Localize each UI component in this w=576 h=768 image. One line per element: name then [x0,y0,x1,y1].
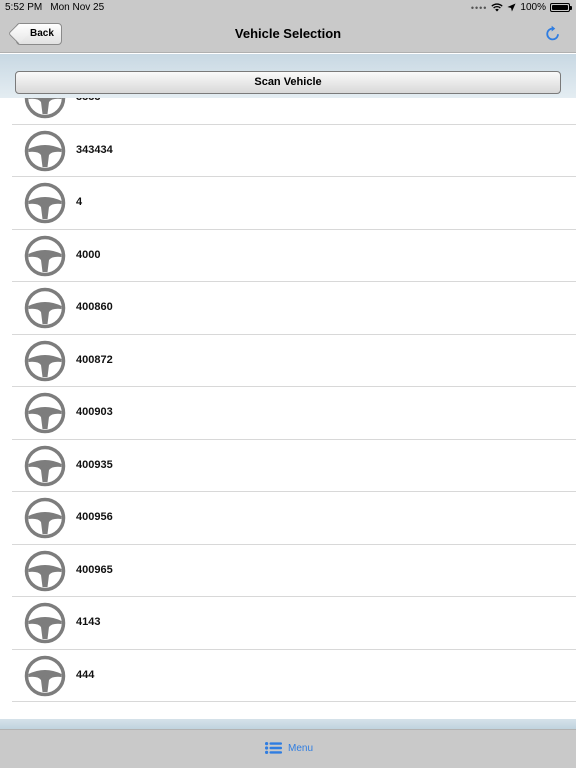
vehicle-list-item[interactable]: 400935 [12,440,576,492]
status-date: Mon Nov 25 [50,2,105,13]
vehicle-label: 400935 [76,458,113,471]
vehicle-list[interactable]: 3333 343434 4 4000 400860 400872 400903 400935 4… [0,98,576,719]
battery-fill [552,5,568,10]
tab-bar: Menu [0,729,576,768]
steering-wheel-icon [24,602,66,644]
vehicle-list-item[interactable]: 400860 [12,282,576,335]
vehicle-label: 4143 [76,616,101,628]
multitask-dots-icon: •••• [470,2,488,13]
wifi-icon [491,3,504,12]
refresh-icon[interactable] [544,25,562,43]
steering-wheel-icon [24,392,66,434]
vehicle-label: 400872 [76,353,113,366]
steering-wheel-icon [24,445,66,487]
vehicle-list-item[interactable]: 4143 [12,597,576,650]
menu-label: Menu [288,742,314,754]
battery-percent: 100% [520,2,546,13]
list-menu-icon [265,742,282,754]
battery-icon [550,3,572,12]
vehicle-label: 400903 [76,406,113,418]
vehicle-label: 400965 [76,563,113,576]
status-left: 5:52 PM Mon Nov 25 [5,2,104,13]
vehicle-label: 4000 [76,248,101,261]
steering-wheel-icon [24,655,66,697]
vehicle-list-item[interactable]: 400956 [12,492,576,545]
vehicle-label: 400860 [76,301,113,313]
vehicle-list-item[interactable]: 343434 [12,125,576,177]
list-bottom-strip [0,719,576,729]
steering-wheel-icon [24,497,66,539]
vehicle-label: 444 [76,668,95,681]
steering-wheel-icon [24,182,66,224]
vehicle-list-item[interactable]: 400965 [12,545,576,597]
menu-button[interactable]: Menu [265,742,313,754]
vehicle-list-content: 3333 343434 4 4000 400860 400872 400903 400935 4… [0,98,576,702]
vehicle-list-item[interactable]: 444 [12,650,576,702]
vehicle-label: 3333 [76,98,100,103]
vehicle-label: 343434 [76,143,113,156]
steering-wheel-icon [24,287,66,329]
vehicle-label: 400956 [76,511,113,523]
vehicle-list-item[interactable]: 400872 [12,335,576,387]
status-right: •••• 100% [470,2,572,13]
steering-wheel-icon [24,235,66,277]
scan-vehicle-button[interactable]: Scan Vehicle [15,71,561,94]
navigation-bar: Back Vehicle Selection [0,16,576,53]
vehicle-label: 4 [76,196,83,208]
vehicle-list-item[interactable]: 3333 [12,98,576,125]
vehicle-list-item[interactable]: 4 [12,177,576,230]
steering-wheel-icon [24,130,66,172]
steering-wheel-icon [24,550,66,592]
vehicle-list-item[interactable]: 4000 [12,230,576,282]
status-time: 5:52 PM [5,2,43,13]
steering-wheel-icon [24,98,66,119]
vehicle-list-item[interactable]: 400903 [12,387,576,440]
location-arrow-icon [507,3,516,12]
steering-wheel-icon [24,340,66,382]
page-title: Vehicle Selection [234,26,342,41]
scan-toolbar: Scan Vehicle [0,54,576,98]
status-bar: 5:52 PM Mon Nov 25 •••• 100% [0,0,576,16]
